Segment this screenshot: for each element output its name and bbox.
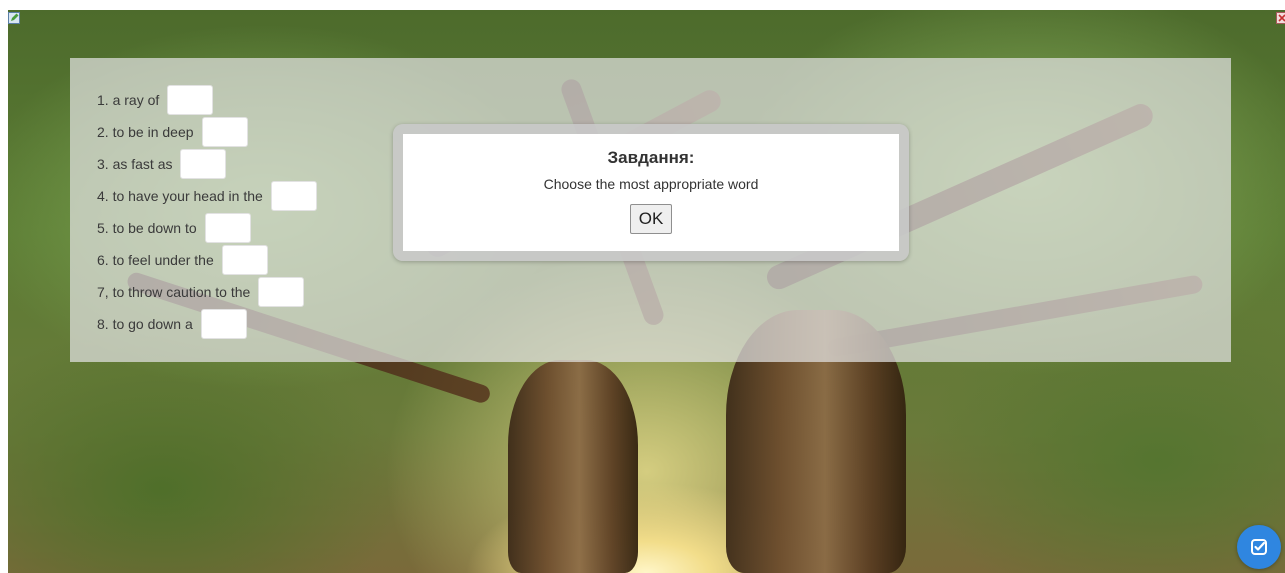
edit-icon[interactable] bbox=[8, 12, 20, 24]
list-item: 8. to go down a bbox=[97, 308, 417, 340]
list-item: 3. as fast as bbox=[97, 148, 417, 180]
ok-button[interactable]: OK bbox=[630, 204, 672, 234]
dialog-message: Choose the most appropriate word bbox=[543, 176, 759, 192]
tree-trunk-left bbox=[508, 360, 638, 573]
close-icon[interactable] bbox=[1276, 12, 1285, 24]
list-item: 2. to be in deep bbox=[97, 116, 417, 148]
item-label: 7, to throw caution to the bbox=[97, 284, 251, 300]
item-label: 2. to be in deep bbox=[97, 124, 194, 140]
list-item: 6. to feel under the bbox=[97, 244, 417, 276]
app-stage: 1. a ray of 2. to be in deep 3. as fast … bbox=[0, 0, 1285, 573]
item-label: 6. to feel under the bbox=[97, 252, 214, 268]
list-item: 7, to throw caution to the bbox=[97, 276, 417, 308]
answer-drop-field[interactable] bbox=[167, 85, 214, 115]
item-label: 3. as fast as bbox=[97, 156, 173, 172]
list-item: 5. to be down to bbox=[97, 212, 417, 244]
dialog-title: Завдання: bbox=[607, 148, 695, 167]
item-label: 5. to be down to bbox=[97, 220, 197, 236]
answer-drop-field[interactable] bbox=[221, 245, 268, 275]
check-answers-button[interactable] bbox=[1237, 525, 1281, 569]
item-label: 4. to have your head in the bbox=[97, 188, 263, 204]
check-icon bbox=[1251, 539, 1267, 555]
answer-drop-field[interactable] bbox=[258, 277, 305, 307]
answer-drop-field[interactable] bbox=[201, 117, 248, 147]
task-dialog-body: Завдання: Choose the most appropriate wo… bbox=[403, 134, 899, 251]
answer-drop-field[interactable] bbox=[204, 213, 251, 243]
answer-drop-field[interactable] bbox=[180, 149, 227, 179]
task-dialog: Завдання: Choose the most appropriate wo… bbox=[393, 124, 909, 261]
answer-drop-field[interactable] bbox=[200, 309, 247, 339]
list-item: 1. a ray of bbox=[97, 84, 417, 116]
answer-drop-field[interactable] bbox=[270, 181, 317, 211]
item-label: 8. to go down a bbox=[97, 316, 193, 332]
list-item: 4. to have your head in the bbox=[97, 180, 417, 212]
exercise-list: 1. a ray of 2. to be in deep 3. as fast … bbox=[97, 84, 417, 340]
item-label: 1. a ray of bbox=[97, 92, 160, 108]
